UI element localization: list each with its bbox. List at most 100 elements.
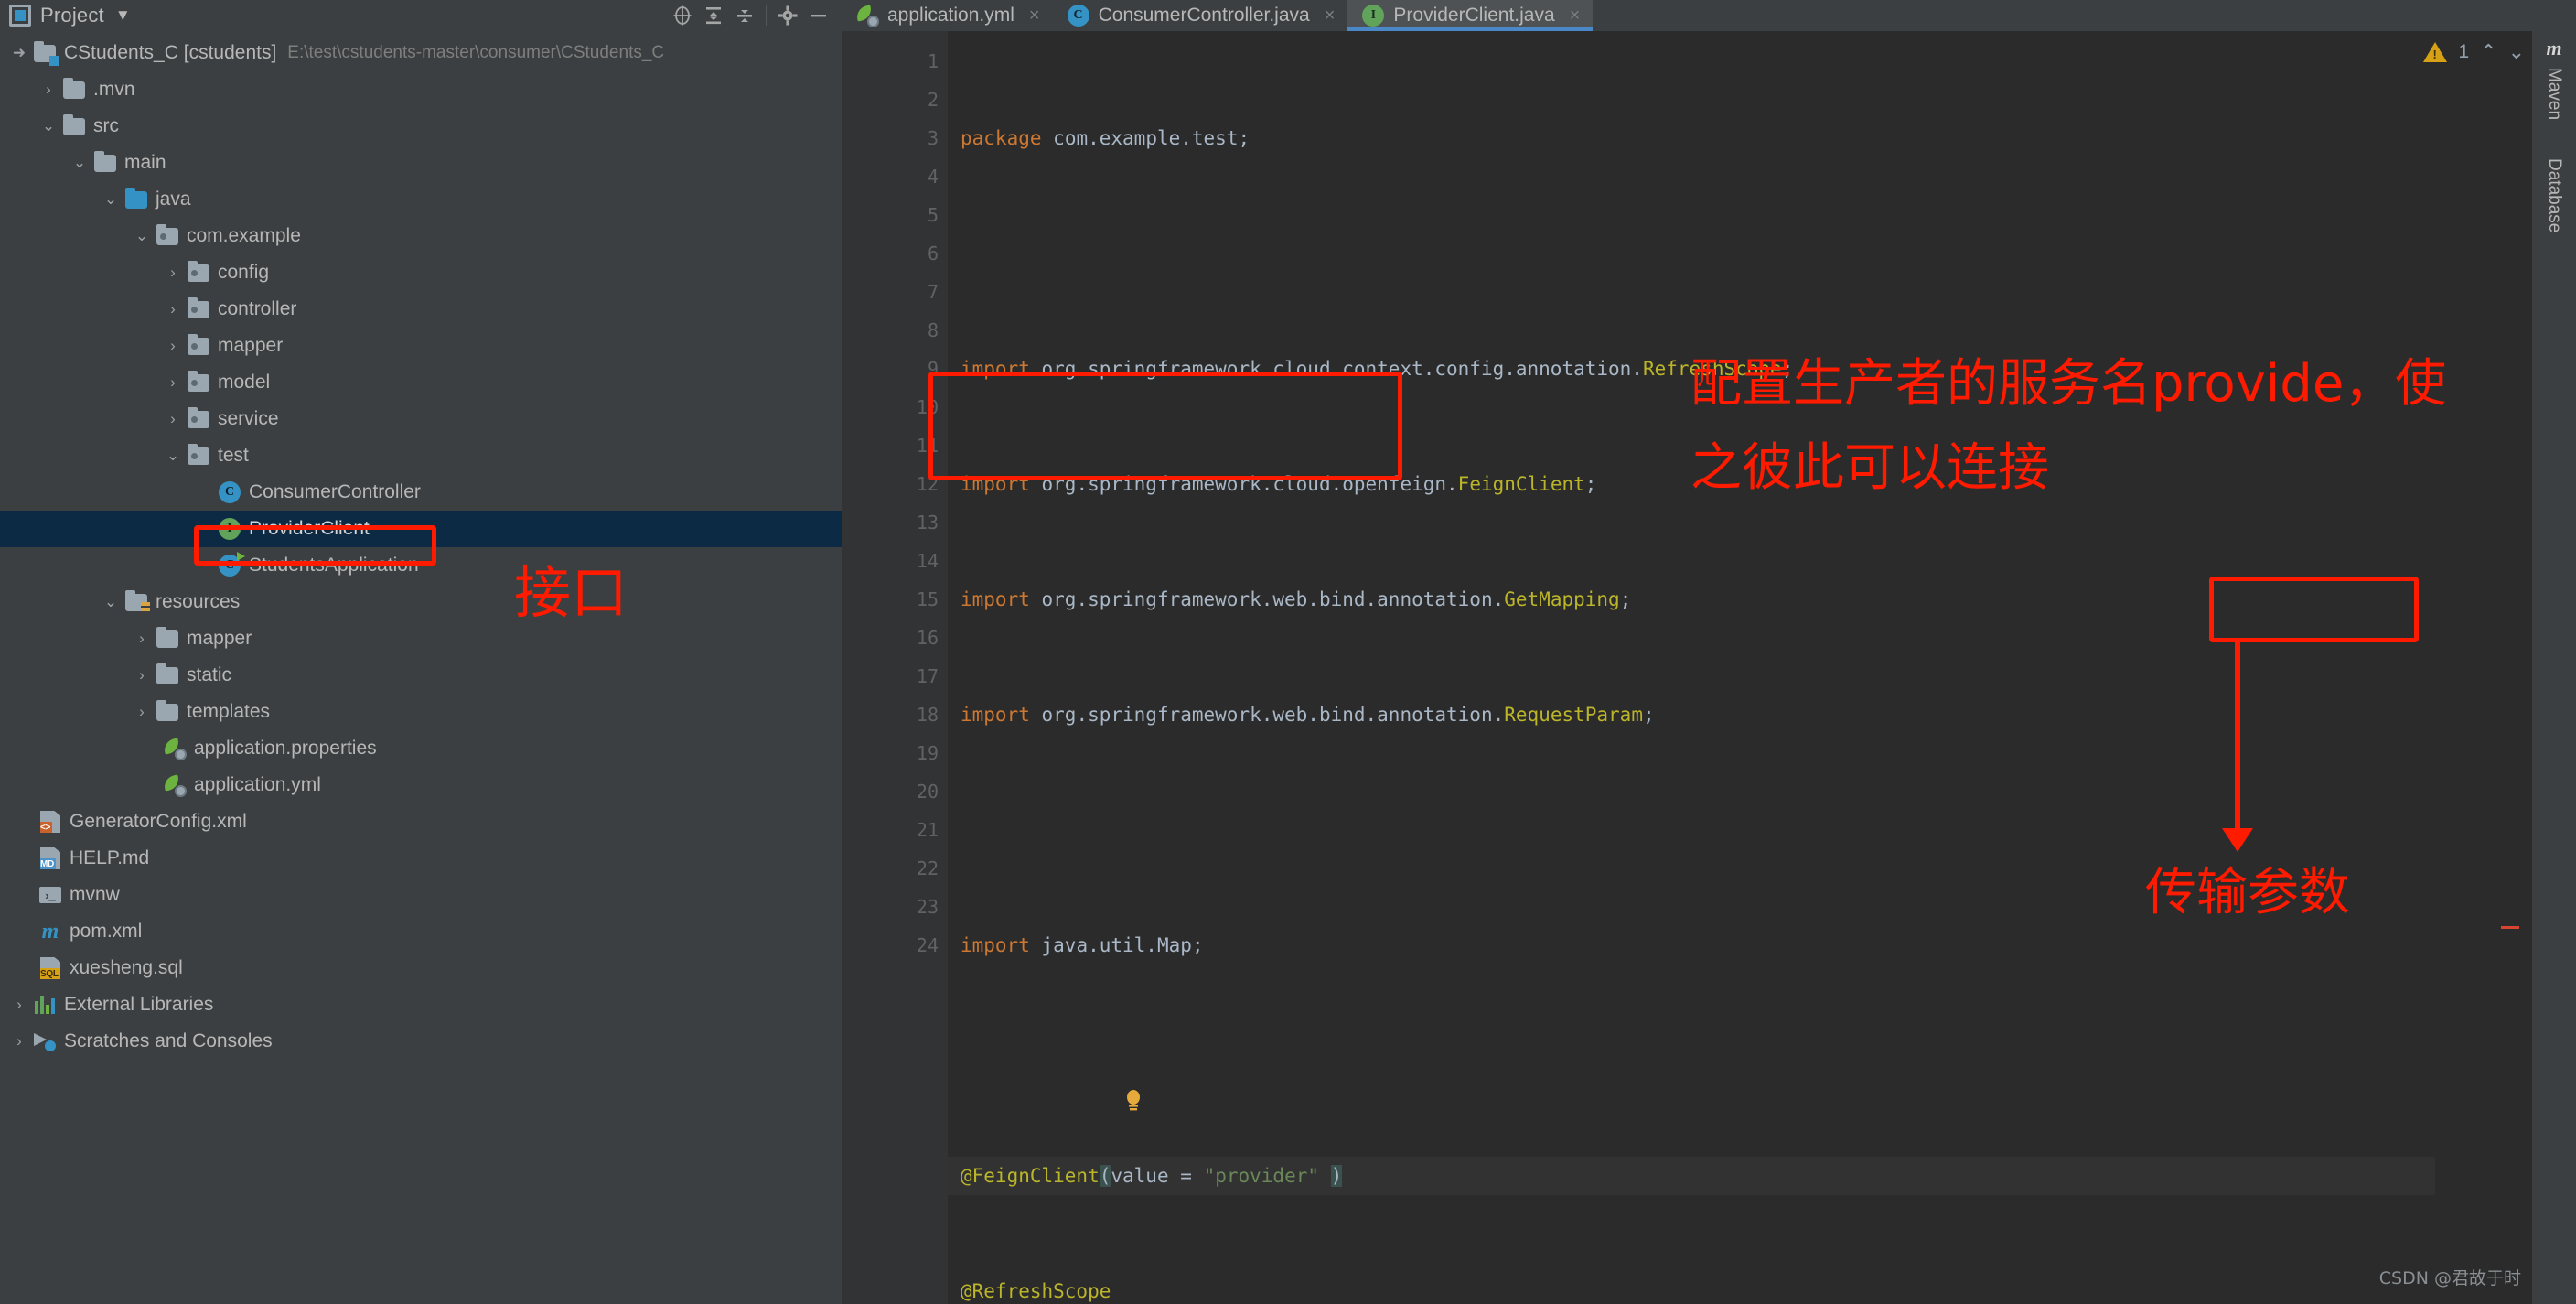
tree-row-scratches-and-consoles[interactable]: › Scratches and Consoles — [0, 1023, 842, 1060]
tree-row-application-yml[interactable]: application.yml — [0, 767, 842, 803]
inspection-marker[interactable] — [2501, 926, 2519, 929]
intention-bulb-icon[interactable] — [962, 1049, 1143, 1164]
tree-item-label: StudentsApplication — [249, 555, 419, 576]
toolbar-divider — [766, 5, 767, 26]
tree-row-mvnw[interactable]: ›_ mvnw — [0, 877, 842, 913]
next-problem-icon[interactable]: ⌄ — [2508, 40, 2525, 64]
tree-row-test[interactable]: ⌄ test — [0, 437, 842, 474]
tree-row-controller[interactable]: › controller — [0, 291, 842, 328]
chevron-right-icon[interactable]: › — [130, 630, 154, 648]
right-tool-strip: m Maven Database — [2532, 31, 2576, 1304]
tree-row-external-libraries[interactable]: › External Libraries — [0, 986, 842, 1023]
spring-config-icon — [161, 738, 188, 760]
tree-row-config[interactable]: › config — [0, 254, 842, 291]
maven-icon: m — [2546, 37, 2562, 59]
tree-row-mvn[interactable]: › .mvn — [0, 71, 842, 108]
chevron-right-icon[interactable]: › — [161, 373, 185, 392]
package-icon — [185, 406, 212, 428]
tree-row-generator-config-xml[interactable]: <> GeneratorConfig.xml — [0, 803, 842, 840]
tree-row-resources-mapper[interactable]: › mapper — [0, 620, 842, 657]
hide-icon[interactable] — [803, 0, 834, 31]
project-root-path: E:\test\cstudents-master\consumer\CStude… — [287, 43, 665, 62]
line-number: 17 — [916, 665, 939, 687]
watermark: CSDN @君故于时 — [2378, 1268, 2521, 1288]
chevron-right-icon[interactable]: › — [130, 666, 154, 684]
code-line — [948, 1041, 2435, 1111]
folder-icon — [154, 626, 181, 648]
chevron-right-icon[interactable]: › — [37, 81, 60, 99]
package-icon — [185, 260, 212, 282]
gear-icon[interactable] — [772, 0, 803, 31]
chevron-down-icon[interactable]: ⌄ — [68, 154, 91, 172]
line-number: 8 — [927, 319, 939, 341]
sql-file-icon: SQL — [37, 957, 64, 979]
tree-row-mapper[interactable]: › mapper — [0, 328, 842, 364]
chevron-down-icon[interactable]: ⌄ — [99, 190, 123, 209]
folder-icon — [60, 113, 88, 135]
sidebar-item-database[interactable]: Database — [2544, 151, 2564, 232]
close-icon[interactable]: × — [1570, 5, 1581, 27]
tab-provider-client-java[interactable]: I ProviderClient.java × — [1347, 0, 1594, 31]
tree-item-label: .mvn — [93, 79, 135, 100]
line-number: 13 — [916, 512, 939, 533]
close-icon[interactable]: × — [1325, 5, 1336, 27]
tree-row-java[interactable]: ⌄ java — [0, 181, 842, 218]
resource-folder-icon — [123, 589, 150, 613]
chevron-down-icon[interactable]: ➜ — [7, 44, 31, 62]
tree-row-help-md[interactable]: MD HELP.md — [0, 840, 842, 877]
tree-row-com-example[interactable]: ⌄ com.example — [0, 218, 842, 254]
editor-gutter[interactable]: 1 2 3 4 5 6 7 8 9 10 11 12 13 14 15 16 1 — [842, 31, 948, 1304]
code-editor[interactable]: package com.example.test; import org.spr… — [948, 31, 2435, 1304]
spring-boot-class-icon: C — [216, 552, 245, 577]
tab-consumer-controller-java[interactable]: C ConsumerController.java × — [1053, 0, 1348, 31]
previous-problem-icon[interactable]: ⌃ — [2480, 40, 2496, 64]
tree-row-project-root[interactable]: ➜ CStudents_C [cstudents] E:\test\cstude… — [0, 35, 842, 71]
tree-row-application-properties[interactable]: application.properties — [0, 730, 842, 767]
tree-item-label: External Libraries — [64, 994, 214, 1015]
line-number: 15 — [916, 588, 939, 610]
tree-item-label: Scratches and Consoles — [64, 1030, 273, 1051]
inspection-summary[interactable]: 1 ⌃ ⌄ — [2423, 40, 2525, 64]
line-number: 3 — [927, 127, 939, 149]
collapse-all-icon[interactable] — [729, 0, 760, 31]
chevron-down-icon[interactable]: ⌄ — [37, 117, 60, 135]
close-icon[interactable]: × — [1029, 5, 1040, 27]
tree-row-model[interactable]: › model — [0, 364, 842, 401]
tree-row-static[interactable]: › static — [0, 657, 842, 694]
chevron-right-icon[interactable]: › — [7, 1032, 31, 1051]
module-folder-icon — [31, 40, 59, 66]
tree-row-resources[interactable]: ⌄ resources — [0, 584, 842, 620]
tree-row-consumer-controller[interactable]: C ConsumerController — [0, 474, 842, 511]
sidebar-item-label: Maven — [2545, 68, 2564, 121]
tree-row-pom-xml[interactable]: m pom.xml — [0, 913, 842, 950]
expand-all-icon[interactable] — [698, 0, 729, 31]
chevron-down-icon[interactable]: ⌄ — [130, 227, 154, 245]
code-line: import org.springframework.web.bind.anno… — [961, 704, 1655, 726]
tree-row-templates[interactable]: › templates — [0, 694, 842, 730]
chevron-down-icon[interactable]: ⌄ — [161, 447, 185, 465]
tree-row-xuesheng-sql[interactable]: SQL xuesheng.sql — [0, 950, 842, 986]
tab-label: ConsumerController.java — [1098, 5, 1310, 26]
sidebar-item-maven[interactable]: m Maven — [2544, 37, 2564, 120]
chevron-right-icon[interactable]: › — [161, 300, 185, 318]
line-number: 7 — [927, 281, 939, 303]
tree-row-provider-client[interactable]: I ProviderClient — [0, 511, 842, 547]
project-tree[interactable]: ➜ CStudents_C [cstudents] E:\test\cstude… — [0, 31, 842, 1304]
chevron-right-icon[interactable]: › — [161, 264, 185, 282]
chevron-down-icon[interactable]: ⌄ — [99, 593, 123, 611]
tree-row-src[interactable]: ⌄ src — [0, 108, 842, 145]
tree-row-students-application[interactable]: C StudentsApplication — [0, 547, 842, 584]
package-icon — [185, 443, 212, 465]
maven-file-icon: m — [41, 919, 59, 943]
chevron-right-icon[interactable]: › — [7, 996, 31, 1014]
tree-item-label: mapper — [218, 335, 284, 356]
inspection-gutter[interactable]: 1 ⌃ ⌄ — [2423, 31, 2532, 1304]
chevron-right-icon[interactable]: › — [161, 337, 185, 355]
project-dropdown-chevron-icon[interactable]: ▼ — [115, 6, 131, 25]
tree-row-service[interactable]: › service — [0, 401, 842, 437]
tab-application-yml[interactable]: application.yml × — [842, 0, 1053, 31]
tree-row-main[interactable]: ⌄ main — [0, 145, 842, 181]
locate-icon[interactable] — [667, 0, 698, 31]
chevron-right-icon[interactable]: › — [130, 703, 154, 721]
chevron-right-icon[interactable]: › — [161, 410, 185, 428]
